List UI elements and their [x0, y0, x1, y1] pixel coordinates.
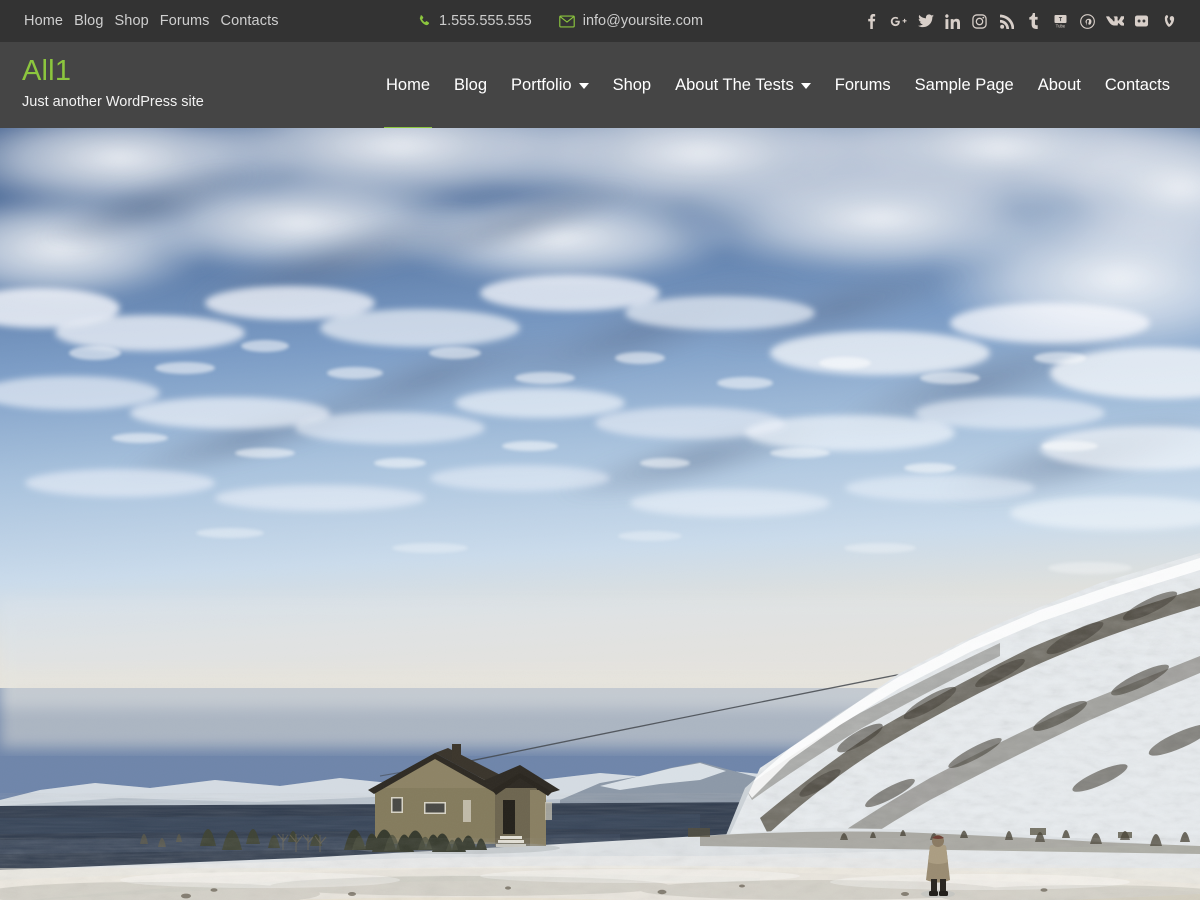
vk-icon[interactable]	[1101, 6, 1128, 36]
twitter-icon[interactable]	[912, 6, 939, 36]
flickr-icon[interactable]	[1128, 6, 1155, 36]
page-root: Home Blog Shop Forums Contacts 1.555.555…	[0, 0, 1200, 900]
nav-label: Contacts	[1104, 75, 1170, 94]
site-tagline: Just another WordPress site	[22, 94, 204, 111]
hero-image	[0, 128, 1200, 900]
nav-item-about-the-tests[interactable]: About The Tests	[663, 42, 823, 128]
topnav-item-forums[interactable]: Forums	[160, 14, 210, 29]
pinterest-icon[interactable]	[1074, 6, 1101, 36]
nav-label: Forums	[834, 75, 891, 94]
phone-icon	[418, 14, 431, 28]
email-address: info@yoursite.com	[582, 12, 704, 29]
phone-link[interactable]: 1.555.555.555	[418, 14, 532, 29]
topnav-item-shop[interactable]: Shop	[115, 14, 149, 29]
chevron-down-icon	[578, 83, 589, 89]
topnav-item-blog[interactable]: Blog	[74, 14, 103, 29]
nav-item-blog[interactable]: Blog	[442, 42, 499, 128]
social-links: Tube	[858, 0, 1182, 42]
nav-item-forums[interactable]: Forums	[823, 42, 903, 128]
site-title[interactable]: All1	[22, 56, 204, 87]
nav-label: Home	[385, 75, 430, 94]
google-plus-icon[interactable]	[885, 6, 912, 36]
top-bar: Home Blog Shop Forums Contacts 1.555.555…	[0, 0, 1200, 42]
topnav-item-home[interactable]: Home	[24, 14, 63, 29]
nav-item-home[interactable]: Home	[374, 42, 442, 131]
hero-illustration	[0, 128, 1200, 900]
rss-icon[interactable]	[993, 6, 1020, 36]
vine-icon[interactable]	[1155, 6, 1182, 36]
branding[interactable]: All1 Just another WordPress site	[22, 56, 204, 110]
nav-label: About	[1037, 75, 1081, 94]
topnav-item-contacts[interactable]: Contacts	[221, 14, 279, 29]
nav-item-portfolio[interactable]: Portfolio	[499, 42, 601, 128]
envelope-icon	[558, 14, 575, 28]
chevron-down-icon	[800, 83, 811, 89]
youtube-icon[interactable]: Tube	[1047, 6, 1074, 36]
site-header: All1 Just another WordPress site Home Bl…	[0, 42, 1200, 131]
linkedin-icon[interactable]	[939, 6, 966, 36]
tumblr-icon[interactable]	[1020, 6, 1047, 36]
contact-info: 1.555.555.555 info@yoursite.com	[418, 0, 703, 42]
svg-text:Tube: Tube	[1056, 23, 1066, 28]
nav-label: Sample Page	[914, 75, 1014, 94]
phone-number: 1.555.555.555	[439, 12, 532, 29]
nav-label: About The Tests	[675, 75, 794, 94]
email-link[interactable]: info@yoursite.com	[558, 12, 704, 29]
top-bar-nav: Home Blog Shop Forums Contacts	[24, 14, 279, 29]
nav-label: Blog	[454, 75, 488, 94]
primary-navigation: Home Blog Portfolio Shop About The Tests…	[374, 42, 1182, 131]
instagram-icon[interactable]	[966, 6, 993, 36]
nav-label: Portfolio	[511, 75, 572, 94]
nav-item-sample-page[interactable]: Sample Page	[903, 42, 1026, 128]
nav-item-about[interactable]: About	[1026, 42, 1093, 128]
nav-item-contacts[interactable]: Contacts	[1093, 42, 1182, 128]
nav-label: Shop	[612, 75, 652, 94]
nav-item-shop[interactable]: Shop	[601, 42, 664, 128]
facebook-icon[interactable]	[858, 6, 885, 36]
